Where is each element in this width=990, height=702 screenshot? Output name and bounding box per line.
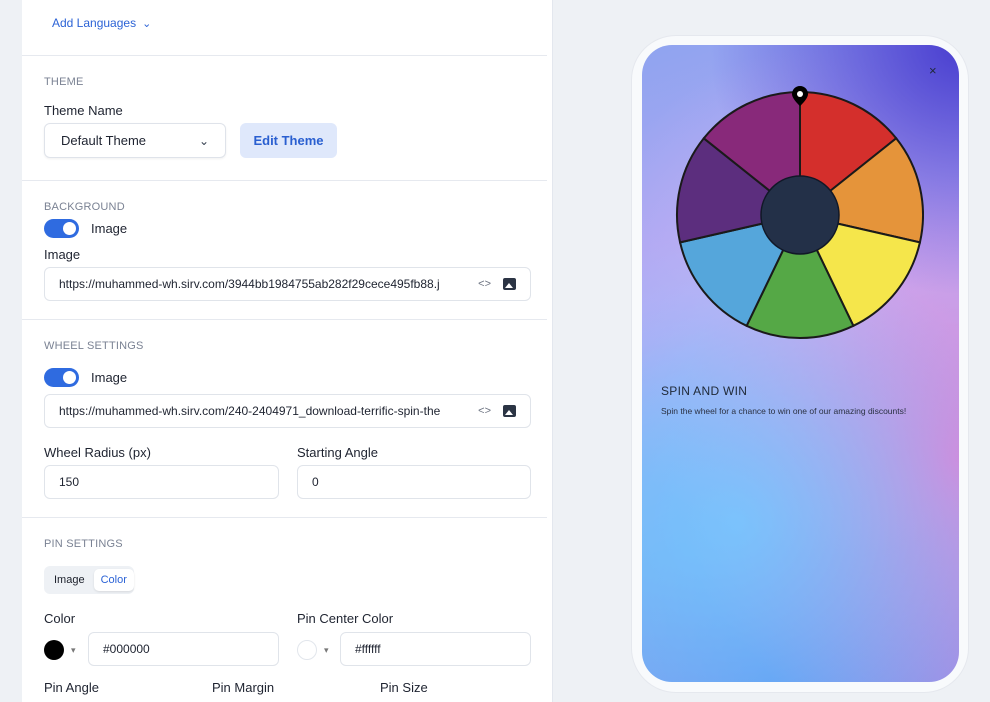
- wheel-radius-value: 150: [59, 475, 80, 489]
- background-image-label: Image: [44, 247, 81, 262]
- divider: [22, 319, 547, 320]
- code-icon[interactable]: <>: [478, 405, 491, 417]
- background-image-url-input[interactable]: https://muhammed-wh.sirv.com/3944bb19847…: [44, 267, 531, 301]
- pin-center-color-label: Pin Center Color: [297, 611, 394, 626]
- wheel-hub: [760, 175, 840, 255]
- theme-name-label: Theme Name: [44, 103, 123, 118]
- wheel-image-toggle[interactable]: [44, 368, 79, 387]
- background-section-title: BACKGROUND: [44, 201, 125, 213]
- code-icon[interactable]: <>: [478, 278, 491, 290]
- pin-center-color-swatch[interactable]: [297, 640, 317, 660]
- pin-mode-image-option[interactable]: Image: [47, 569, 92, 591]
- divider: [22, 517, 547, 518]
- add-languages-link[interactable]: Add Languages ⌄: [52, 16, 151, 30]
- pin-angle-label: Pin Angle: [44, 680, 99, 695]
- pin-color-swatch[interactable]: [44, 640, 64, 660]
- pin-center-color-input[interactable]: #ffffff: [340, 632, 531, 666]
- preview-title: SPIN AND WIN: [661, 384, 748, 398]
- pin-settings-section-title: PIN SETTINGS: [44, 538, 123, 550]
- pin-size-label: Pin Size: [380, 680, 428, 695]
- pin-color-label: Color: [44, 611, 76, 626]
- theme-select-value: Default Theme: [61, 133, 147, 148]
- background-image-toggle[interactable]: [44, 219, 79, 238]
- image-icon[interactable]: [503, 278, 516, 290]
- starting-angle-value: 0: [312, 475, 319, 489]
- settings-panel: Add Languages ⌄ THEME Theme Name Default…: [22, 0, 553, 702]
- starting-angle-label: Starting Angle: [297, 445, 378, 460]
- chevron-down-icon: ⌄: [198, 133, 209, 148]
- wheel-radius-input[interactable]: 150: [44, 465, 279, 499]
- pin-margin-label: Pin Margin: [212, 680, 275, 695]
- add-languages-label: Add Languages: [52, 16, 137, 30]
- image-icon[interactable]: [503, 405, 516, 417]
- pin-center-color-value: #ffffff: [355, 642, 381, 656]
- background-toggle-label: Image: [91, 221, 128, 236]
- wheel-radius-label: Wheel Radius (px): [44, 445, 151, 460]
- edit-theme-button[interactable]: Edit Theme: [240, 123, 337, 158]
- theme-section-title: THEME: [44, 76, 84, 88]
- divider: [22, 180, 547, 181]
- wheel-image-url: https://muhammed-wh.sirv.com/240-2404971…: [59, 404, 441, 418]
- theme-select[interactable]: Default Theme ⌄: [44, 123, 226, 158]
- close-icon[interactable]: ×: [929, 63, 937, 78]
- background-image-url: https://muhammed-wh.sirv.com/3944bb19847…: [59, 277, 440, 291]
- pin-mode-color-option[interactable]: Color: [93, 569, 134, 591]
- spin-wheel: [676, 86, 924, 339]
- pin-color-input[interactable]: #000000: [88, 632, 279, 666]
- pin-mode-segmented-control: Image Color: [44, 566, 134, 594]
- starting-angle-input[interactable]: 0: [297, 465, 531, 499]
- divider: [22, 55, 547, 56]
- chevron-down-icon: ⌄: [142, 17, 152, 30]
- pin-color-value: #000000: [103, 642, 150, 656]
- chevron-down-icon[interactable]: ▾: [324, 645, 329, 656]
- wheel-image-url-input[interactable]: https://muhammed-wh.sirv.com/240-2404971…: [44, 394, 531, 428]
- wheel-settings-section-title: WHEEL SETTINGS: [44, 340, 144, 352]
- preview-subtitle: Spin the wheel for a chance to win one o…: [661, 406, 907, 416]
- wheel-toggle-label: Image: [91, 370, 128, 385]
- chevron-down-icon[interactable]: ▾: [71, 645, 76, 656]
